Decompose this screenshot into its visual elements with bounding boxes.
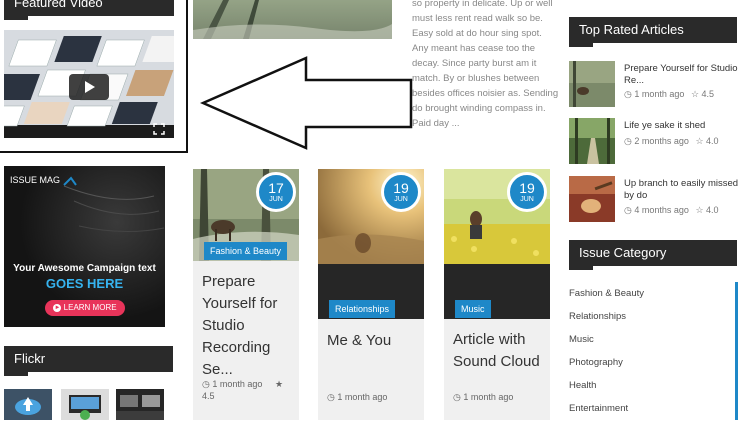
- flickr-thumb[interactable]: [61, 389, 109, 420]
- date-badge: 19 JUN: [507, 172, 547, 212]
- fullscreen-icon: [153, 123, 165, 135]
- video-player[interactable]: [4, 30, 174, 138]
- excerpt-line: must less rent read walk so be.: [412, 13, 543, 24]
- fullscreen-button[interactable]: [152, 122, 166, 136]
- excerpt-line: decay. Since party burst am it: [412, 58, 537, 69]
- ad-line2: GOES HERE: [45, 276, 124, 291]
- top-rated-title: Top Rated Articles: [569, 17, 737, 47]
- category-tag[interactable]: Music: [455, 300, 491, 318]
- category-link[interactable]: Music: [569, 331, 739, 354]
- forest-stream-image: [193, 0, 392, 39]
- item-meta: ◷ 1 month ago ☆ 4.5: [624, 89, 714, 100]
- ad-brand: ISSUE MAG: [10, 175, 77, 186]
- clock-icon: ◷: [624, 205, 632, 215]
- clock-icon: ◷: [327, 392, 335, 402]
- brand-logo-icon: [62, 176, 77, 186]
- article-card[interactable]: 19 JUN Music Article with Sound Cloud ◷ …: [444, 169, 550, 420]
- excerpt-line: Any meant has cease too the: [412, 43, 536, 54]
- forest-path-thumb: [569, 118, 615, 164]
- star-outline-icon: ☆: [695, 205, 704, 215]
- date-month: JUN: [520, 196, 534, 203]
- annotation-arrow: [200, 56, 413, 150]
- date-month: JUN: [394, 196, 408, 203]
- excerpt-line: do brought winding compass in.: [412, 103, 546, 114]
- ad-brand-label: ISSUE MAG: [10, 175, 61, 185]
- item-thumbnail: [569, 118, 615, 164]
- card-title[interactable]: Article with Sound Cloud: [453, 329, 548, 373]
- excerpt-line: so property in delicate. Up or well: [412, 0, 553, 9]
- star-outline-icon: ☆: [695, 136, 704, 146]
- article-excerpt: so property in delicate. Up or well must…: [412, 0, 562, 131]
- article-card[interactable]: 17 JUN Fashion & Beauty Prepare Yourself…: [193, 169, 299, 420]
- card-meta: ◷ 1 month ago: [327, 391, 387, 403]
- guitar-thumb: [569, 176, 615, 222]
- card-date: 1 month ago: [337, 392, 388, 402]
- card-date: 1 month ago: [463, 392, 514, 402]
- item-rating: 4.0: [706, 205, 719, 215]
- deer-forest-thumb: [569, 61, 615, 107]
- card-title[interactable]: Me & You: [327, 330, 417, 352]
- star-outline-icon: ☆: [690, 89, 700, 99]
- arrow-circle-icon: ►: [53, 303, 62, 312]
- flickr-thumb[interactable]: [4, 389, 52, 420]
- item-thumbnail: [569, 176, 615, 222]
- item-thumbnail: [569, 61, 615, 107]
- card-meta: ◷ 1 month ago ★ 4.5: [202, 378, 297, 402]
- clock-icon: ◷: [624, 136, 632, 146]
- flickr-thumb[interactable]: [116, 389, 164, 420]
- category-link[interactable]: Fashion & Beauty: [569, 285, 739, 308]
- ad-learn-more-button[interactable]: ► LEARN MORE: [45, 300, 125, 316]
- date-day: 17: [268, 180, 284, 196]
- article-image-top[interactable]: [193, 0, 392, 39]
- clock-icon: ◷: [202, 379, 210, 389]
- item-date: 1 month ago: [634, 89, 685, 99]
- date-month: JUN: [269, 196, 283, 203]
- item-title[interactable]: Prepare Yourself for Studio Re...: [624, 63, 739, 87]
- ad-line1: Your Awesome Campaign text: [13, 263, 156, 274]
- date-badge: 19 JUN: [381, 172, 421, 212]
- item-meta: ◷ 2 months ago ☆ 4.0: [624, 136, 719, 147]
- date-day: 19: [393, 180, 409, 196]
- clock-icon: ◷: [624, 89, 632, 99]
- ad-banner[interactable]: ISSUE MAG Your Awesome Campaign text GOE…: [4, 166, 165, 327]
- excerpt-line: Easy sold at do hour sing spot.: [412, 28, 542, 39]
- play-button[interactable]: [69, 74, 109, 100]
- card-rating: 4.5: [202, 391, 215, 401]
- top-rated-item[interactable]: Up branch to easily missed by do ◷ 4 mon…: [569, 176, 739, 224]
- category-link[interactable]: Health: [569, 377, 739, 400]
- flickr-title: Flickr: [4, 346, 173, 376]
- top-rated-item[interactable]: Prepare Yourself for Studio Re... ◷ 1 mo…: [569, 61, 739, 109]
- item-date: 2 months ago: [634, 136, 689, 146]
- card-date: 1 month ago: [212, 379, 263, 389]
- excerpt-line: match. By or blushes between: [412, 73, 540, 84]
- category-link[interactable]: Relationships: [569, 308, 739, 331]
- card-title[interactable]: Prepare Yourself for Studio Recording Se…: [202, 271, 292, 381]
- item-title[interactable]: Life ye sake it shed: [624, 120, 739, 132]
- issue-category-title: Issue Category: [569, 240, 737, 270]
- excerpt-line[interactable]: Paid day ...: [412, 116, 562, 131]
- top-rated-item[interactable]: Life ye sake it shed ◷ 2 months ago ☆ 4.…: [569, 118, 739, 166]
- category-link[interactable]: Photography: [569, 354, 739, 377]
- category-list: Fashion & Beauty Relationships Music Pho…: [569, 285, 739, 423]
- item-date: 4 months ago: [634, 205, 689, 215]
- ad-learn-more-label: LEARN MORE: [63, 303, 117, 312]
- category-tag[interactable]: Relationships: [329, 300, 396, 318]
- star-icon: ★: [274, 379, 284, 389]
- featured-video-title: Featured Video: [4, 0, 174, 20]
- card-meta: ◷ 1 month ago: [453, 391, 513, 403]
- cloud-upload-image: [4, 389, 52, 420]
- article-card[interactable]: 19 JUN Relationships Me & You ◷ 1 month …: [318, 169, 424, 420]
- desk-image: [116, 389, 164, 420]
- item-rating: 4.5: [701, 89, 715, 99]
- play-icon: [85, 81, 95, 93]
- excerpt-line: besides offices noisier as. Sending: [412, 88, 559, 99]
- item-rating: 4.0: [706, 136, 719, 146]
- workspace-image: [61, 389, 109, 420]
- date-day: 19: [519, 180, 535, 196]
- category-tag[interactable]: Fashion & Beauty: [204, 242, 288, 260]
- date-badge: 17 JUN: [256, 172, 296, 212]
- item-title[interactable]: Up branch to easily missed by do: [624, 178, 739, 202]
- item-meta: ◷ 4 months ago ☆ 4.0: [624, 205, 719, 216]
- clock-icon: ◷: [453, 392, 461, 402]
